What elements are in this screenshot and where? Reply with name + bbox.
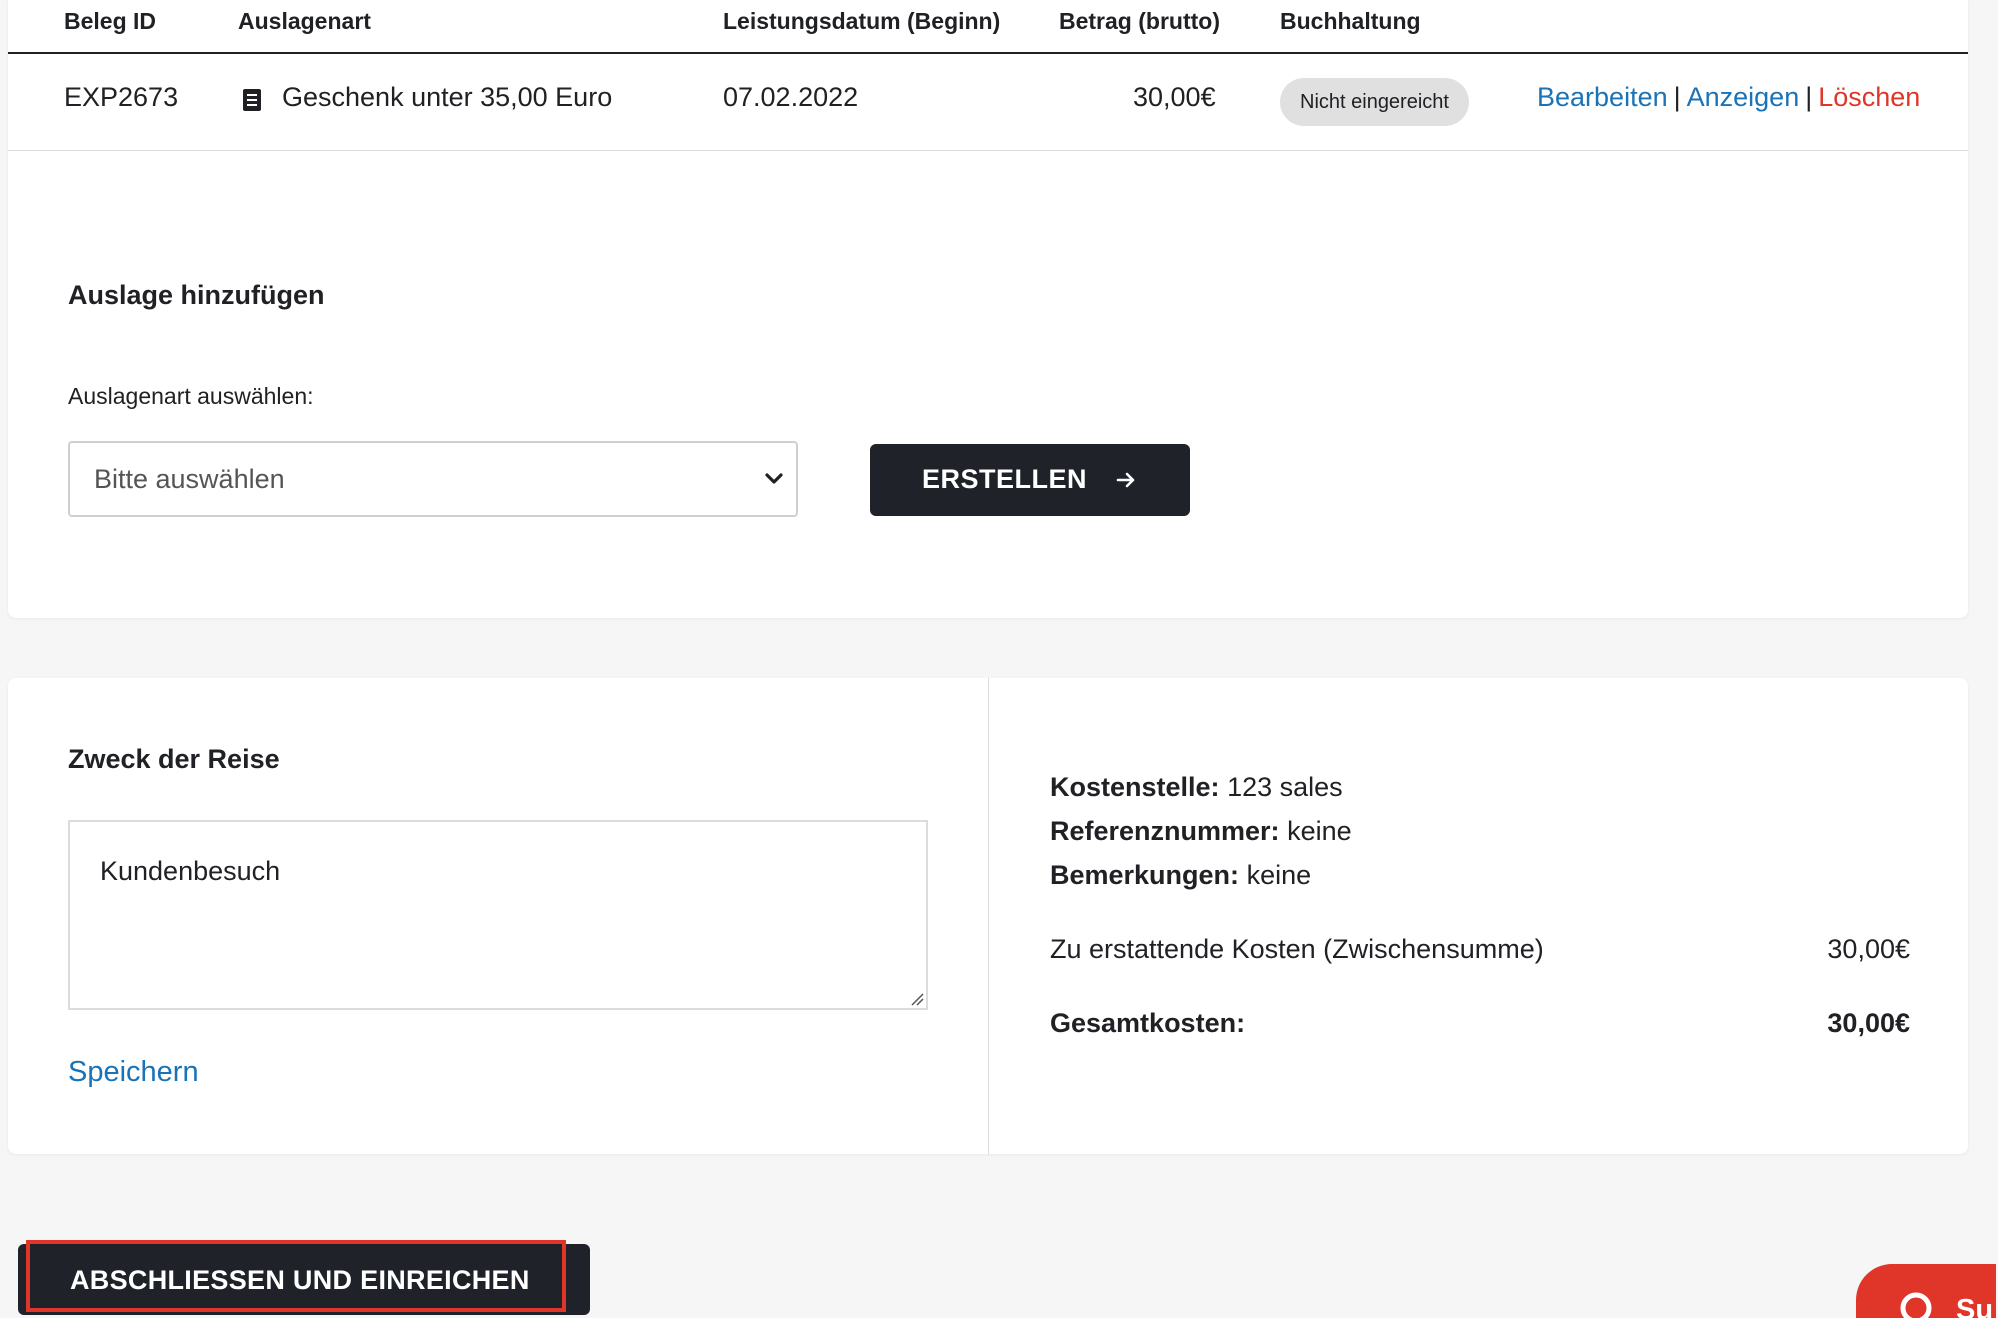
- support-label: Su: [1956, 1294, 1994, 1318]
- expense-table-header: Beleg ID Auslagenart Leistungsdatum (Beg…: [8, 0, 1968, 54]
- status-badge: Nicht eingereicht: [1280, 78, 1469, 126]
- reference-value: keine: [1287, 816, 1352, 846]
- column-header-betrag[interactable]: Betrag (brutto): [1059, 8, 1220, 35]
- column-divider: [988, 678, 989, 1154]
- cost-center-line: Kostenstelle: 123 sales: [1050, 772, 1343, 803]
- create-button-label: ERSTELLEN: [922, 464, 1088, 494]
- view-link[interactable]: Anzeigen: [1687, 82, 1800, 112]
- cell-beleg-id: EXP2673: [64, 82, 179, 112]
- remarks-label: Bemerkungen:: [1050, 860, 1240, 890]
- submit-button[interactable]: ABSCHLIESSEN UND EINREICHEN: [18, 1240, 590, 1315]
- document-icon: [243, 89, 261, 111]
- support-button[interactable]: Su: [1856, 1264, 1996, 1318]
- action-separator: |: [1673, 82, 1681, 112]
- edit-link[interactable]: Bearbeiten: [1537, 82, 1668, 112]
- column-header-leistungsdatum[interactable]: Leistungsdatum (Beginn): [723, 8, 1000, 35]
- expense-card: Beleg ID Auslagenart Leistungsdatum (Beg…: [8, 0, 1968, 618]
- column-header-beleg-id[interactable]: Beleg ID: [64, 8, 156, 35]
- cell-auslagenart: Geschenk unter 35,00 Euro: [282, 82, 613, 112]
- column-header-auslagenart[interactable]: Auslagenart: [238, 8, 371, 35]
- resize-handle-icon[interactable]: [908, 990, 924, 1006]
- cost-center-value: 123 sales: [1227, 772, 1343, 802]
- expense-type-select-value: Bitte auswählen: [94, 464, 285, 494]
- delete-link[interactable]: Löschen: [1818, 82, 1920, 112]
- cost-center-label: Kostenstelle:: [1050, 772, 1220, 802]
- expense-type-select[interactable]: Bitte auswählen: [68, 441, 798, 517]
- total-value: 30,00€: [1827, 1008, 1910, 1038]
- row-actions: Bearbeiten | Anzeigen | Löschen: [1537, 82, 1920, 113]
- reference-label: Referenznummer:: [1050, 816, 1280, 846]
- remarks-line: Bemerkungen: keine: [1050, 860, 1311, 891]
- reference-line: Referenznummer: keine: [1050, 816, 1352, 847]
- save-link[interactable]: Speichern: [68, 1056, 199, 1089]
- cell-betrag: 30,00€: [1133, 82, 1216, 112]
- action-separator: |: [1805, 82, 1813, 112]
- chat-bubble-icon: [1900, 1292, 1932, 1318]
- column-header-buchhaltung[interactable]: Buchhaltung: [1280, 8, 1421, 35]
- create-button[interactable]: ERSTELLEN: [870, 444, 1190, 516]
- arrow-right-icon: [1116, 472, 1135, 488]
- trip-purpose-value: Kundenbesuch: [100, 856, 281, 886]
- chevron-down-icon: [765, 473, 783, 484]
- remarks-value: keine: [1246, 860, 1312, 890]
- subtotal-value: 30,00€: [1827, 934, 1910, 964]
- expense-type-label: Auslagenart auswählen:: [68, 383, 314, 409]
- table-row: EXP2673 Geschenk unter 35,00 Euro 07.02.…: [8, 54, 1968, 151]
- total-label: Gesamtkosten:: [1050, 1008, 1246, 1038]
- subtotal-label: Zu erstattende Kosten (Zwischensumme): [1050, 934, 1544, 964]
- trip-summary-card: Zweck der Reise Kundenbesuch Speichern K…: [8, 678, 1968, 1154]
- cell-leistungsdatum: 07.02.2022: [723, 82, 859, 112]
- submit-button-label: ABSCHLIESSEN UND EINREICHEN: [70, 1265, 530, 1295]
- trip-purpose-textarea[interactable]: Kundenbesuch: [68, 820, 928, 1010]
- add-expense-title: Auslage hinzufügen: [68, 280, 325, 310]
- trip-purpose-title: Zweck der Reise: [68, 744, 280, 774]
